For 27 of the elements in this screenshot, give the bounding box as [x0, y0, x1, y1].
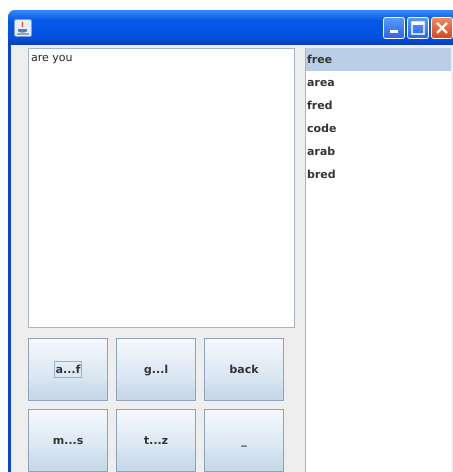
button-label: _	[240, 433, 248, 449]
text-area-value: are you	[31, 51, 72, 64]
suggestion-item[interactable]: area	[306, 71, 451, 94]
letter-group-button[interactable]: back	[204, 338, 284, 401]
maximize-button[interactable]	[407, 16, 429, 38]
button-label: t...z	[142, 433, 170, 449]
suggestion-item[interactable]: free	[306, 48, 451, 71]
button-label: back	[228, 362, 260, 378]
button-label: m...s	[52, 433, 84, 449]
button-label: a...f	[54, 361, 82, 378]
minimize-button[interactable]	[383, 16, 405, 38]
suggestion-item[interactable]: code	[306, 117, 451, 140]
minimize-icon	[390, 30, 398, 32]
coffee-cup-icon	[14, 18, 32, 36]
letter-group-button[interactable]: _	[204, 409, 284, 472]
suggestion-item[interactable]: arab	[306, 140, 451, 163]
letter-group-button[interactable]: g...l	[116, 338, 196, 401]
close-icon	[435, 20, 449, 34]
button-label: g...l	[142, 362, 170, 378]
text-area[interactable]: are you	[28, 48, 295, 328]
maximize-icon	[411, 20, 425, 34]
letter-group-button[interactable]: t...z	[116, 409, 196, 472]
letter-group-button[interactable]: a...f	[28, 338, 108, 401]
suggestion-item[interactable]: bred	[306, 163, 451, 186]
suggestion-item[interactable]: fred	[306, 94, 451, 117]
close-button[interactable]	[431, 16, 453, 38]
letter-group-button[interactable]: m...s	[28, 409, 108, 472]
